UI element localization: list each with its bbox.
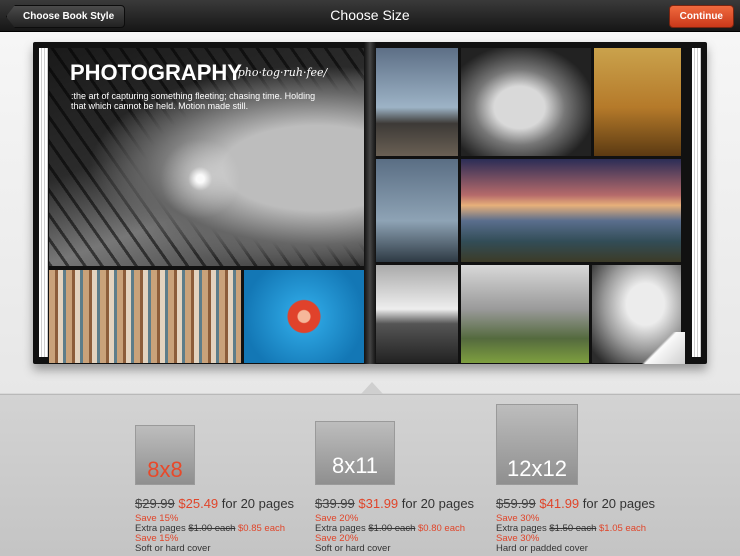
new-price: $25.49	[178, 496, 219, 511]
size-thumbnail[interactable]: 8x11	[315, 421, 395, 485]
size-options-panel: 8x8 $29.99 $25.49 for 20 pages Save 15% …	[0, 394, 740, 556]
pages-label: for 20 pages	[221, 496, 295, 511]
extra-new-price: $1.05 each	[599, 523, 647, 534]
top-navigation-bar: Choose Book Style Choose Size Continue	[0, 0, 740, 32]
paint-brushes-photo	[49, 270, 241, 363]
book-heading: PHOTOGRAPHY	[70, 60, 242, 85]
child-portrait-photo	[461, 48, 591, 156]
book-definition: :the art of capturing something fleeting…	[71, 91, 316, 111]
right-page-edges	[692, 48, 701, 357]
extra-old-price: $1.00 each	[188, 523, 236, 534]
beach-couple-photo	[376, 265, 458, 363]
new-price: $41.99	[539, 496, 580, 511]
price-line: $39.99 $31.99 for 20 pages	[315, 496, 474, 511]
open-photo-book: PHOTOGRAPHY /pho·tog·ruh·fee/ :the art o…	[33, 42, 707, 364]
book-pronunciation: /pho·tog·ruh·fee/	[234, 66, 328, 79]
extra-old-price: $1.50 each	[549, 523, 597, 534]
old-price: $59.99	[496, 496, 536, 511]
price-line: $59.99 $41.99 for 20 pages	[496, 496, 655, 511]
cover-label: Hard or padded cover	[496, 543, 588, 554]
cover-label: Soft or hard cover	[135, 543, 211, 554]
size-option-8x8[interactable]: 8x8 $29.99 $25.49 for 20 pages Save 15% …	[135, 395, 320, 556]
pages-label: for 20 pages	[582, 496, 656, 511]
extra-new-price: $0.85 each	[238, 523, 286, 534]
mountain-photo	[376, 48, 458, 156]
size-thumbnail[interactable]: 8x8	[135, 425, 195, 485]
new-price: $31.99	[358, 496, 399, 511]
price-line: $29.99 $25.49 for 20 pages	[135, 496, 294, 511]
pages-label: for 20 pages	[401, 496, 475, 511]
left-page-edges	[39, 48, 48, 357]
book-spine	[364, 42, 376, 364]
palm-tree-photo	[376, 159, 458, 262]
size-thumbnail[interactable]: 12x12	[496, 404, 578, 485]
size-option-12x12[interactable]: 12x12 $59.99 $41.99 for 20 pages Save 30…	[496, 395, 681, 556]
tree-photo	[594, 48, 681, 156]
extra-new-price: $0.80 each	[418, 523, 466, 534]
old-price: $29.99	[135, 496, 175, 511]
old-price: $39.99	[315, 496, 355, 511]
page-title: Choose Size	[330, 7, 410, 23]
continue-button[interactable]: Continue	[668, 5, 734, 28]
cover-label: Soft or hard cover	[315, 543, 391, 554]
book-preview-area: PHOTOGRAPHY /pho·tog·ruh·fee/ :the art o…	[0, 32, 740, 393]
selection-pointer	[361, 382, 383, 394]
page-curl[interactable]	[633, 332, 685, 364]
swimmer-photo	[244, 270, 364, 363]
valley-photo	[461, 265, 589, 363]
extra-old-price: $1.00 each	[368, 523, 416, 534]
eiffel-tower-photo: PHOTOGRAPHY /pho·tog·ruh·fee/ :the art o…	[49, 48, 364, 266]
sunset-clouds-photo	[461, 159, 681, 262]
size-option-8x11[interactable]: 8x11 $39.99 $31.99 for 20 pages Save 20%…	[315, 395, 500, 556]
